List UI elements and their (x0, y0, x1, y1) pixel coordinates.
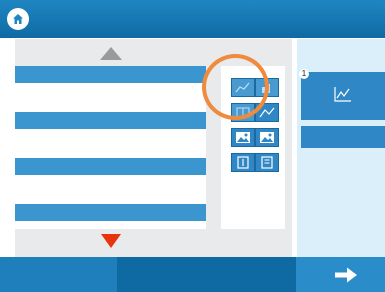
arrow-right-icon (335, 267, 357, 283)
list-item[interactable] (15, 158, 206, 175)
back-button[interactable] (0, 257, 117, 292)
scroll-down-arrow[interactable] (101, 234, 121, 248)
item-list (15, 66, 206, 229)
text-block-icon[interactable] (231, 153, 255, 172)
home-button[interactable] (7, 8, 29, 30)
list-item[interactable] (15, 66, 206, 83)
bar-chart-icon[interactable] (255, 78, 279, 97)
table-icon[interactable] (231, 103, 255, 122)
list-item[interactable] (15, 83, 206, 100)
chart-tile[interactable] (301, 72, 385, 120)
line-chart-icon (334, 87, 351, 102)
photo-card-icon[interactable] (231, 128, 255, 147)
text-block-icon[interactable] (255, 153, 279, 172)
home-icon (13, 14, 23, 24)
line-chart-icon[interactable] (231, 78, 255, 97)
tile-number-badge: 1 (299, 69, 309, 79)
icon-panel (221, 66, 285, 229)
tile-bar[interactable] (301, 126, 385, 148)
scroll-up-arrow[interactable] (100, 47, 122, 60)
chart-icon[interactable] (255, 103, 279, 122)
top-bar (0, 0, 385, 38)
next-button[interactable] (296, 257, 385, 292)
list-item[interactable] (15, 112, 206, 129)
list-item[interactable] (15, 175, 206, 192)
photo-card-icon[interactable] (255, 128, 279, 147)
list-item[interactable] (15, 129, 206, 146)
list-item[interactable] (15, 204, 206, 221)
